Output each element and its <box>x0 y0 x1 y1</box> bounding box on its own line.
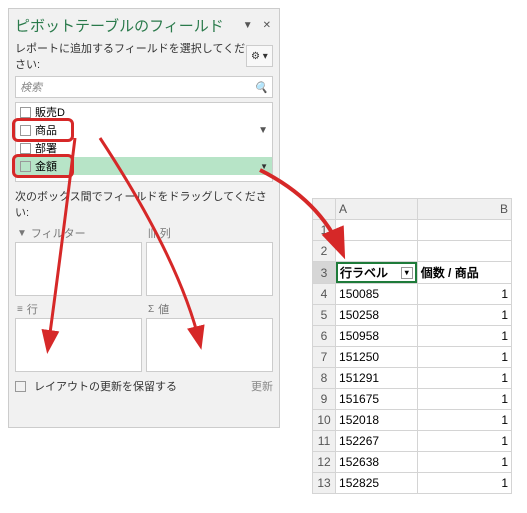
row-icon: ≡ <box>17 304 23 315</box>
close-icon[interactable]: ✕ <box>261 18 273 33</box>
value-area[interactable]: Σ値 <box>146 300 273 372</box>
row-header[interactable]: 4 <box>313 284 336 305</box>
pivot-field-panel: ピボットテーブルのフィールド ▼ ✕ レポートに追加するフィールドを選択してくだ… <box>8 8 280 428</box>
column-drop-body[interactable] <box>146 242 273 296</box>
checkbox[interactable] <box>20 161 31 172</box>
cell[interactable]: 152267 <box>336 431 418 452</box>
panel-subtitle: レポートに追加するフィールドを選択してください: <box>15 40 246 72</box>
filter-icon[interactable]: ▼ <box>258 125 268 136</box>
panel-footer: レイアウトの更新を保留する 更新 <box>15 378 273 394</box>
cell[interactable]: 150958 <box>336 326 418 347</box>
search-icon: 🔍 <box>254 81 268 94</box>
filter-icon: ▼ <box>17 228 27 239</box>
cell[interactable]: 151250 <box>336 347 418 368</box>
field-list: 販売D 商品 ▼ 部署 金額 ▼ <box>15 102 273 182</box>
row-header[interactable]: 10 <box>313 410 336 431</box>
row-header[interactable]: 9 <box>313 389 336 410</box>
cell[interactable]: 1 <box>417 347 511 368</box>
cell[interactable] <box>417 220 511 241</box>
field-row-dept[interactable]: 部署 <box>16 139 272 157</box>
panel-header: ピボットテーブルのフィールド ▼ ✕ <box>15 15 273 36</box>
row-header[interactable]: 6 <box>313 326 336 347</box>
drag-instruction: 次のボックス間でフィールドをドラッグしてください: <box>15 188 273 220</box>
col-header-b[interactable]: B <box>417 199 511 220</box>
cell[interactable]: 1 <box>417 410 511 431</box>
area-label: 値 <box>158 301 169 317</box>
value-drop-body[interactable] <box>146 318 273 372</box>
drop-areas: ▼フィルター |||列 ≡行 Σ値 <box>15 224 273 372</box>
row-header[interactable]: 13 <box>313 473 336 494</box>
defer-label: レイアウトの更新を保留する <box>34 378 177 394</box>
checkbox[interactable] <box>20 125 31 136</box>
cell[interactable]: 152638 <box>336 452 418 473</box>
cell[interactable]: 1 <box>417 305 511 326</box>
checkbox[interactable] <box>20 107 31 118</box>
field-row-amount[interactable]: 金額 ▼ <box>16 157 272 175</box>
update-button[interactable]: 更新 <box>251 378 273 394</box>
cell[interactable] <box>336 241 418 262</box>
field-row-product[interactable]: 商品 ▼ <box>16 121 272 139</box>
area-label: 列 <box>160 225 171 241</box>
cell[interactable]: 1 <box>417 431 511 452</box>
cell[interactable]: 1 <box>417 473 511 494</box>
dropdown-icon[interactable]: ▾ <box>401 267 413 279</box>
cell[interactable]: 1 <box>417 389 511 410</box>
checkbox[interactable] <box>20 143 31 154</box>
defer-checkbox[interactable] <box>15 381 26 392</box>
row-area[interactable]: ≡行 <box>15 300 142 372</box>
sigma-icon: Σ <box>148 304 154 315</box>
cell[interactable]: 150085 <box>336 284 418 305</box>
field-label: 商品 <box>35 122 57 138</box>
row-header[interactable]: 11 <box>313 431 336 452</box>
row-drop-body[interactable] <box>15 318 142 372</box>
cell[interactable]: 152018 <box>336 410 418 431</box>
cell[interactable]: 1 <box>417 326 511 347</box>
row-header[interactable]: 2 <box>313 241 336 262</box>
filter-drop-body[interactable] <box>15 242 142 296</box>
col-header-a[interactable]: A <box>336 199 418 220</box>
area-label: フィルター <box>31 225 86 241</box>
row-header[interactable]: 3 <box>313 262 336 284</box>
cell[interactable] <box>336 220 418 241</box>
cell[interactable]: 1 <box>417 368 511 389</box>
panel-title: ピボットテーブルのフィールド <box>15 15 241 36</box>
row-header[interactable]: 5 <box>313 305 336 326</box>
cell[interactable]: 150258 <box>336 305 418 326</box>
column-icon: ||| <box>148 228 156 239</box>
cell[interactable]: 1 <box>417 284 511 305</box>
filter-area[interactable]: ▼ フィルター <box>15 224 142 296</box>
search-placeholder: 検索 <box>20 79 42 95</box>
column-area[interactable]: ||| 列 <box>146 224 273 296</box>
field-label: 部署 <box>35 140 57 156</box>
search-input[interactable]: 検索 🔍 <box>15 76 273 98</box>
row-header[interactable]: 1 <box>313 220 336 241</box>
dropdown-icon[interactable]: ▼ <box>241 18 255 33</box>
field-row-sales[interactable]: 販売D <box>16 103 272 121</box>
field-label: 販売D <box>35 104 65 120</box>
sheet-corner <box>313 199 336 220</box>
panel-subtitle-row: レポートに追加するフィールドを選択してください: ⚙ ▾ <box>15 40 273 72</box>
gear-button[interactable]: ⚙ ▾ <box>246 45 273 67</box>
field-label: 金額 <box>35 158 57 174</box>
row-header[interactable]: 12 <box>313 452 336 473</box>
row-label-text: 行ラベル <box>340 264 388 281</box>
cell[interactable]: 151291 <box>336 368 418 389</box>
cell[interactable]: 151675 <box>336 389 418 410</box>
cell[interactable]: 1 <box>417 452 511 473</box>
cell[interactable] <box>417 241 511 262</box>
row-header[interactable]: 7 <box>313 347 336 368</box>
cell[interactable]: 152825 <box>336 473 418 494</box>
result-spreadsheet: A B 1 2 3 行ラベル ▾ 個数 / 商品 41500851 515025… <box>312 198 512 494</box>
dropdown-icon[interactable]: ▼ <box>260 162 268 171</box>
row-header[interactable]: 8 <box>313 368 336 389</box>
row-label-header-cell[interactable]: 行ラベル ▾ <box>336 262 418 284</box>
count-header-cell[interactable]: 個数 / 商品 <box>417 262 511 284</box>
area-label: 行 <box>27 301 38 317</box>
